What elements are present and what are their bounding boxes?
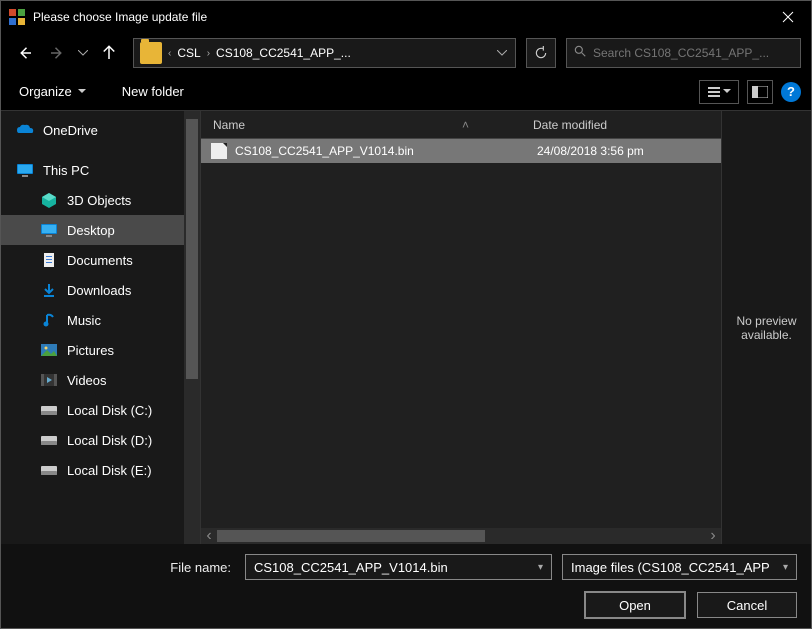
docs-icon bbox=[39, 252, 59, 268]
filename-combo[interactable]: CS108_CC2541_APP_V1014.bin ▾ bbox=[245, 554, 552, 580]
nav-row: ‹ CSL › CS108_CC2541_APP_... bbox=[1, 33, 811, 73]
preview-text: No preview available. bbox=[728, 314, 805, 342]
scroll-left-icon[interactable]: ‹ bbox=[201, 528, 217, 544]
breadcrumb-segment[interactable]: CS108_CC2541_APP_... bbox=[210, 46, 357, 60]
view-mode-button[interactable] bbox=[699, 80, 739, 104]
sort-indicator-icon: ˄ bbox=[462, 118, 469, 132]
sidebar-item-label: Music bbox=[67, 313, 101, 328]
onedrive-icon bbox=[15, 122, 35, 138]
organize-button[interactable]: Organize bbox=[11, 80, 94, 103]
column-date[interactable]: Date modified bbox=[521, 118, 721, 132]
sidebar-item-downloads[interactable]: Downloads bbox=[1, 275, 200, 305]
scroll-right-icon[interactable]: › bbox=[705, 528, 721, 544]
sidebar-item-label: Documents bbox=[67, 253, 133, 268]
file-open-dialog: Please choose Image update file ‹ CSL › … bbox=[0, 0, 812, 629]
search-box[interactable] bbox=[566, 38, 801, 68]
recent-dropdown[interactable] bbox=[75, 39, 91, 67]
file-area: Name ˄ Date modified CS108_CC2541_APP_V1… bbox=[201, 111, 721, 544]
file-list[interactable]: CS108_CC2541_APP_V1014.bin24/08/2018 3:5… bbox=[201, 139, 721, 528]
disk-icon bbox=[39, 402, 59, 418]
sidebar-item-label: Desktop bbox=[67, 223, 115, 238]
file-icon bbox=[211, 143, 227, 159]
folder-icon bbox=[140, 42, 162, 64]
sidebar-item-label: 3D Objects bbox=[67, 193, 131, 208]
sidebar-item-label: Videos bbox=[67, 373, 107, 388]
file-name: CS108_CC2541_APP_V1014.bin bbox=[235, 144, 525, 158]
window-title: Please choose Image update file bbox=[33, 10, 765, 24]
column-name[interactable]: Name ˄ bbox=[201, 118, 521, 132]
open-button[interactable]: Open bbox=[585, 592, 685, 618]
sidebar-item-label: Local Disk (E:) bbox=[67, 463, 152, 478]
sidebar-item-thispc[interactable]: This PC bbox=[1, 155, 200, 185]
desktop-icon bbox=[39, 222, 59, 238]
forward-button[interactable] bbox=[43, 39, 71, 67]
sidebar-item-label: Local Disk (D:) bbox=[67, 433, 152, 448]
chevron-down-icon[interactable]: ▾ bbox=[538, 562, 543, 573]
up-button[interactable] bbox=[95, 39, 123, 67]
close-button[interactable] bbox=[765, 1, 811, 33]
filename-value: CS108_CC2541_APP_V1014.bin bbox=[254, 560, 448, 575]
search-input[interactable] bbox=[593, 46, 794, 60]
pictures-icon bbox=[39, 342, 59, 358]
3d-icon bbox=[39, 192, 59, 208]
sidebar-item-disk[interactable]: Local Disk (C:) bbox=[1, 395, 200, 425]
filter-value: Image files (CS108_CC2541_APP bbox=[571, 560, 770, 575]
disk-icon bbox=[39, 432, 59, 448]
disk-icon bbox=[39, 462, 59, 478]
help-button[interactable]: ? bbox=[781, 82, 801, 102]
sidebar-item-videos[interactable]: Videos bbox=[1, 365, 200, 395]
sidebar-item-music[interactable]: Music bbox=[1, 305, 200, 335]
chevron-down-icon[interactable]: ▾ bbox=[783, 562, 788, 573]
sidebar-item-label: This PC bbox=[43, 163, 89, 178]
preview-pane: No preview available. bbox=[721, 111, 811, 544]
address-bar[interactable]: ‹ CSL › CS108_CC2541_APP_... bbox=[133, 38, 516, 68]
videos-icon bbox=[39, 372, 59, 388]
sidebar-item-label: Downloads bbox=[67, 283, 131, 298]
titlebar: Please choose Image update file bbox=[1, 1, 811, 33]
breadcrumb-segment[interactable]: CSL bbox=[171, 46, 206, 60]
file-date: 24/08/2018 3:56 pm bbox=[525, 144, 644, 158]
sidebar-item-3d[interactable]: 3D Objects bbox=[1, 185, 200, 215]
sidebar-item-label: OneDrive bbox=[43, 123, 98, 138]
sidebar-item-desktop[interactable]: Desktop bbox=[1, 215, 200, 245]
address-dropdown[interactable] bbox=[489, 50, 515, 56]
downloads-icon bbox=[39, 282, 59, 298]
toolbar: Organize New folder ? bbox=[1, 73, 811, 111]
sidebar-item-label: Pictures bbox=[67, 343, 114, 358]
search-icon bbox=[573, 44, 587, 63]
dialog-body: OneDrive This PC 3D Objects Desktop Document… bbox=[1, 111, 811, 544]
sidebar-item-docs[interactable]: Documents bbox=[1, 245, 200, 275]
file-type-filter[interactable]: Image files (CS108_CC2541_APP ▾ bbox=[562, 554, 797, 580]
sidebar-scrollbar[interactable] bbox=[184, 111, 200, 544]
music-icon bbox=[39, 312, 59, 328]
thispc-icon bbox=[15, 162, 35, 178]
sidebar-item-label: Local Disk (C:) bbox=[67, 403, 152, 418]
sidebar-item-pictures[interactable]: Pictures bbox=[1, 335, 200, 365]
preview-pane-button[interactable] bbox=[747, 80, 773, 104]
column-headers: Name ˄ Date modified bbox=[201, 111, 721, 139]
back-button[interactable] bbox=[11, 39, 39, 67]
newfolder-button[interactable]: New folder bbox=[114, 80, 192, 103]
cancel-button[interactable]: Cancel bbox=[697, 592, 797, 618]
sidebar: OneDrive This PC 3D Objects Desktop Document… bbox=[1, 111, 201, 544]
sidebar-item-onedrive[interactable]: OneDrive bbox=[1, 115, 200, 145]
file-row[interactable]: CS108_CC2541_APP_V1014.bin24/08/2018 3:5… bbox=[201, 139, 721, 163]
sidebar-item-disk[interactable]: Local Disk (D:) bbox=[1, 425, 200, 455]
refresh-button[interactable] bbox=[526, 38, 556, 68]
footer: File name: CS108_CC2541_APP_V1014.bin ▾ … bbox=[1, 544, 811, 628]
app-icon bbox=[9, 9, 25, 25]
horizontal-scrollbar[interactable]: ‹ › bbox=[201, 528, 721, 544]
filename-label: File name: bbox=[15, 560, 235, 575]
sidebar-item-disk[interactable]: Local Disk (E:) bbox=[1, 455, 200, 485]
